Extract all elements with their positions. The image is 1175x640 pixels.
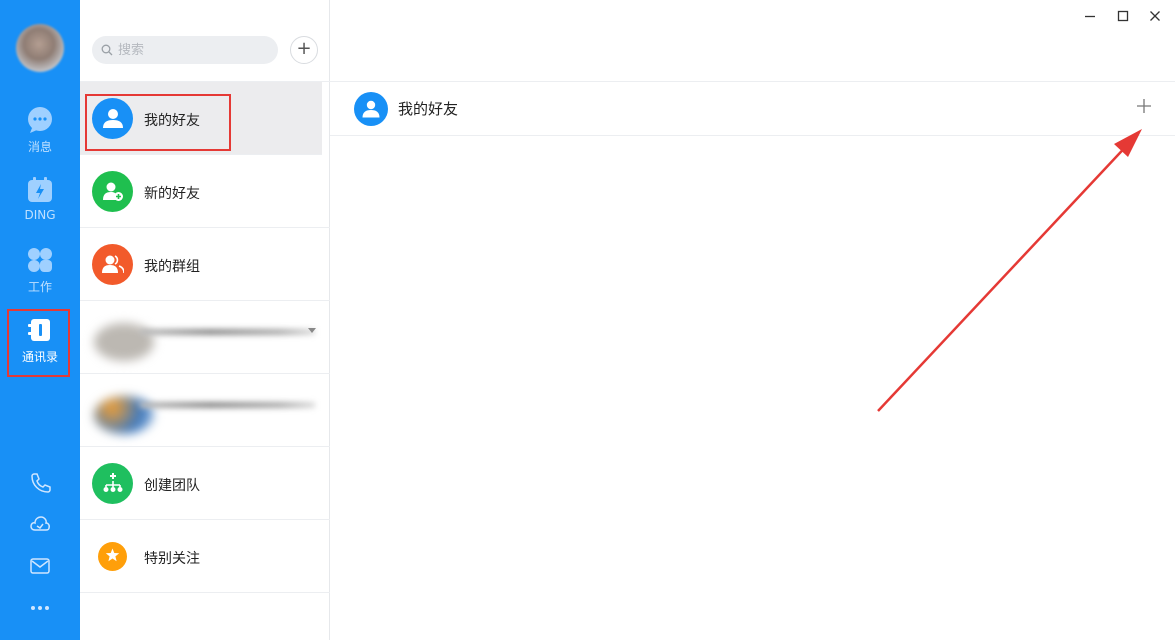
chevron-down-icon[interactable] bbox=[308, 328, 316, 333]
nav-label: 消息 bbox=[27, 140, 52, 154]
annotation-arrow bbox=[877, 129, 1142, 412]
search-input[interactable] bbox=[118, 40, 268, 60]
app-window: 消息 DING 工作 通讯录 搜索 + 我的好友 新的好友 我的群组 创建团队 … bbox=[0, 0, 1175, 640]
phone-icon bbox=[31, 473, 51, 493]
maximize-icon bbox=[1117, 10, 1129, 22]
chat-bubble-icon bbox=[26, 106, 54, 134]
cloud-icon bbox=[30, 516, 50, 531]
more-button[interactable] bbox=[0, 597, 80, 623]
nav-item-messages[interactable]: 消息 bbox=[0, 106, 80, 168]
contact-row-my-groups[interactable]: 我的群组 bbox=[80, 228, 330, 301]
org-chart-icon bbox=[92, 463, 133, 504]
plus-icon bbox=[1137, 99, 1151, 113]
ding-calendar-icon bbox=[26, 176, 54, 204]
search-icon bbox=[101, 44, 113, 56]
maximize-button[interactable] bbox=[1113, 6, 1133, 26]
annotation-highlight-box bbox=[85, 94, 231, 151]
contact-row-label: 新的好友 bbox=[144, 186, 200, 202]
search-box[interactable] bbox=[92, 36, 278, 64]
contact-row-label: 特别关注 bbox=[144, 551, 200, 567]
grid-apps-icon bbox=[26, 246, 54, 274]
contact-row-special-follow[interactable]: 特别关注 bbox=[80, 520, 330, 593]
mail-button[interactable] bbox=[0, 555, 80, 581]
minimize-button[interactable] bbox=[1080, 6, 1100, 26]
annotation-highlight-box bbox=[7, 309, 70, 377]
phone-button[interactable] bbox=[0, 471, 80, 497]
panel-title: 我的好友 bbox=[398, 100, 459, 118]
add-person-icon bbox=[92, 171, 133, 212]
mail-icon bbox=[30, 558, 50, 574]
contact-row-new-friends[interactable]: 新的好友 bbox=[80, 155, 330, 228]
minimize-icon bbox=[1085, 15, 1095, 18]
add-button[interactable]: + bbox=[290, 36, 318, 64]
organization-name-redacted bbox=[140, 402, 315, 408]
nav-item-work[interactable]: 工作 bbox=[0, 246, 80, 308]
user-avatar[interactable] bbox=[16, 24, 64, 72]
nav-item-ding[interactable]: DING bbox=[0, 176, 80, 238]
group-icon bbox=[92, 244, 133, 285]
nav-label: 工作 bbox=[27, 280, 52, 294]
person-icon bbox=[354, 92, 388, 126]
contact-row-create-team[interactable]: 创建团队 bbox=[80, 447, 330, 520]
close-icon bbox=[1150, 11, 1160, 21]
close-button[interactable] bbox=[1145, 6, 1165, 26]
nav-label: DING bbox=[24, 208, 56, 222]
add-friend-button[interactable] bbox=[1133, 95, 1155, 117]
contact-row-label: 创建团队 bbox=[144, 478, 200, 494]
more-icon bbox=[31, 606, 49, 610]
cloud-button[interactable] bbox=[0, 513, 80, 539]
organization-row[interactable] bbox=[80, 301, 330, 374]
header-divider bbox=[330, 81, 1175, 82]
contact-row-label: 我的群组 bbox=[144, 259, 200, 275]
star-icon bbox=[98, 542, 127, 571]
organization-row[interactable] bbox=[80, 374, 330, 447]
organization-name-redacted bbox=[140, 329, 315, 335]
